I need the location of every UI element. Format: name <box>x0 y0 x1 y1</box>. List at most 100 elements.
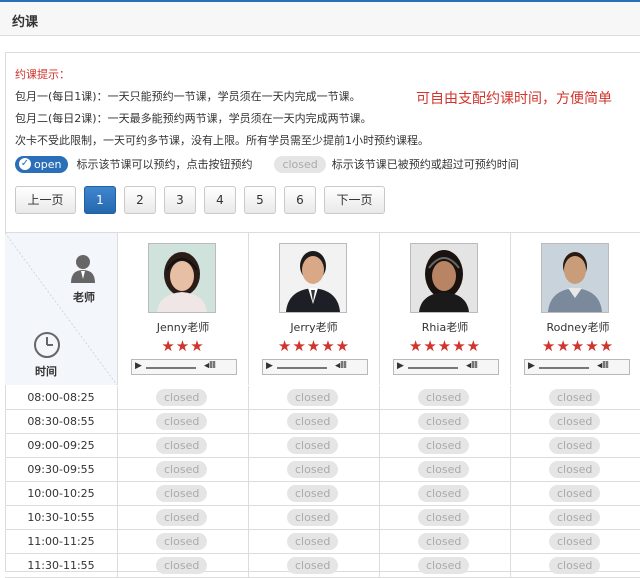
play-icon[interactable]: ▶ <box>528 361 535 371</box>
closed-badge: closed <box>274 155 326 173</box>
page-button-2[interactable]: 2 <box>124 186 156 214</box>
volume-icon[interactable]: ◂ıllll <box>597 361 609 371</box>
closed-badge: closed <box>549 437 601 454</box>
time-slot: 11:30-11:55 <box>5 554 118 577</box>
schedule-grid: 老师 时间 Jenny老师 ★★★ ▶ ◂ıllll Jerry老师 ★★★★★… <box>5 232 640 578</box>
progress-track[interactable] <box>408 367 458 369</box>
slot-cell: closed <box>249 506 380 529</box>
page-button-5[interactable]: 5 <box>244 186 276 214</box>
table-row: 09:30-09:55 closed closed closed closed <box>5 458 640 482</box>
play-icon[interactable]: ▶ <box>266 361 273 371</box>
slot-cell: closed <box>380 458 511 481</box>
page-button-1[interactable]: 1 <box>84 186 116 214</box>
play-icon[interactable]: ▶ <box>397 361 404 371</box>
closed-badge: closed <box>287 461 339 478</box>
time-slot: 11:00-11:25 <box>5 530 118 553</box>
teacher-name: Jerry老师 <box>290 321 338 334</box>
closed-badge: closed <box>156 509 208 526</box>
slot-cell: closed <box>380 554 511 577</box>
time-slot: 08:00-08:25 <box>5 386 118 409</box>
closed-description: 标示该节课已被预约或超过可预约时间 <box>331 158 519 171</box>
slot-cell: closed <box>380 506 511 529</box>
progress-track[interactable] <box>146 367 196 369</box>
slot-cell: closed <box>249 410 380 433</box>
slot-cell: closed <box>249 482 380 505</box>
teacher-card: Jenny老师 ★★★ ▶ ◂ıllll <box>118 233 249 385</box>
table-row: 10:00-10:25 closed closed closed closed <box>5 482 640 506</box>
slot-cell: closed <box>118 530 249 553</box>
volume-icon[interactable]: ◂ıllll <box>204 361 216 371</box>
audio-player[interactable]: ▶ ◂ıllll <box>524 359 630 375</box>
closed-badge: closed <box>156 413 208 430</box>
prev-page-button[interactable]: 上一页 <box>15 186 76 214</box>
closed-badge: closed <box>549 533 601 550</box>
slot-cell: closed <box>118 482 249 505</box>
page-button-3[interactable]: 3 <box>164 186 196 214</box>
closed-badge: closed <box>418 533 470 550</box>
closed-badge: closed <box>418 389 470 406</box>
slot-cell: closed <box>118 554 249 577</box>
slot-cell: closed <box>249 434 380 457</box>
table-row: 08:00-08:25 closed closed closed closed <box>5 386 640 410</box>
table-row: 08:30-08:55 closed closed closed closed <box>5 410 640 434</box>
teacher-photo[interactable] <box>541 243 609 313</box>
closed-badge: closed <box>549 509 601 526</box>
slot-cell: closed <box>511 554 640 577</box>
closed-badge: closed <box>156 533 208 550</box>
page-title: 约课 <box>12 15 39 30</box>
tips-heading: 约课提示： <box>15 68 70 81</box>
teacher-photo[interactable] <box>148 243 216 313</box>
slot-cell: closed <box>249 554 380 577</box>
closed-badge: closed <box>156 461 208 478</box>
teacher-photo[interactable] <box>410 243 478 313</box>
tip-line: 次卡不受此限制，一天可约多节课，没有上限。所有学员需至少提前1小时预约课程。 <box>15 134 429 147</box>
table-row: 09:00-09:25 closed closed closed closed <box>5 434 640 458</box>
play-icon[interactable]: ▶ <box>135 361 142 371</box>
rating-stars: ★★★★★ <box>541 337 615 355</box>
teacher-card: Jerry老师 ★★★★★ ▶ ◂ıllll <box>249 233 380 385</box>
slot-cell: closed <box>118 434 249 457</box>
table-row: 11:00-11:25 closed closed closed closed <box>5 530 640 554</box>
legend: ✓ open 标示该节课可以预约，点击按钮预约 closed 标示该节课已被预约… <box>15 155 519 173</box>
audio-player[interactable]: ▶ ◂ıllll <box>131 359 237 375</box>
clock-icon <box>34 332 60 358</box>
next-page-button[interactable]: 下一页 <box>324 186 385 214</box>
grid-corner-header: 老师 时间 <box>5 233 118 385</box>
audio-player[interactable]: ▶ ◂ıllll <box>262 359 368 375</box>
closed-badge: closed <box>418 509 470 526</box>
closed-badge: closed <box>549 413 601 430</box>
page-button-4[interactable]: 4 <box>204 186 236 214</box>
progress-track[interactable] <box>539 367 589 369</box>
diagonal-divider <box>5 233 117 385</box>
slot-cell: closed <box>511 458 640 481</box>
closed-badge: closed <box>549 485 601 502</box>
closed-badge: closed <box>156 437 208 454</box>
slot-cell: closed <box>249 458 380 481</box>
slot-cell: closed <box>118 410 249 433</box>
teacher-photo[interactable] <box>279 243 347 313</box>
slot-cell: closed <box>118 458 249 481</box>
progress-track[interactable] <box>277 367 327 369</box>
closed-badge: closed <box>156 485 208 502</box>
closed-badge: closed <box>156 389 208 406</box>
open-label: open <box>34 157 62 171</box>
slot-cell: closed <box>380 410 511 433</box>
volume-icon[interactable]: ◂ıllll <box>466 361 478 371</box>
teacher-column-label: 老师 <box>73 291 95 304</box>
rating-stars: ★★★ <box>161 337 205 355</box>
rating-stars: ★★★★★ <box>408 337 482 355</box>
closed-badge: closed <box>549 389 601 406</box>
audio-player[interactable]: ▶ ◂ıllll <box>393 359 499 375</box>
volume-icon[interactable]: ◂ıllll <box>335 361 347 371</box>
promo-text: 可自由支配约课时间，方便简单 <box>416 91 612 107</box>
table-row: 10:30-10:55 closed closed closed closed <box>5 506 640 530</box>
page-button-6[interactable]: 6 <box>284 186 316 214</box>
slot-cell: closed <box>511 506 640 529</box>
slot-cell: closed <box>249 530 380 553</box>
slot-cell: closed <box>511 410 640 433</box>
slot-cell: closed <box>511 386 640 409</box>
check-icon: ✓ <box>19 158 31 170</box>
closed-badge: closed <box>418 557 470 574</box>
open-badge: ✓ open <box>15 155 69 173</box>
teacher-card: Rodney老师 ★★★★★ ▶ ◂ıllll <box>511 233 640 385</box>
